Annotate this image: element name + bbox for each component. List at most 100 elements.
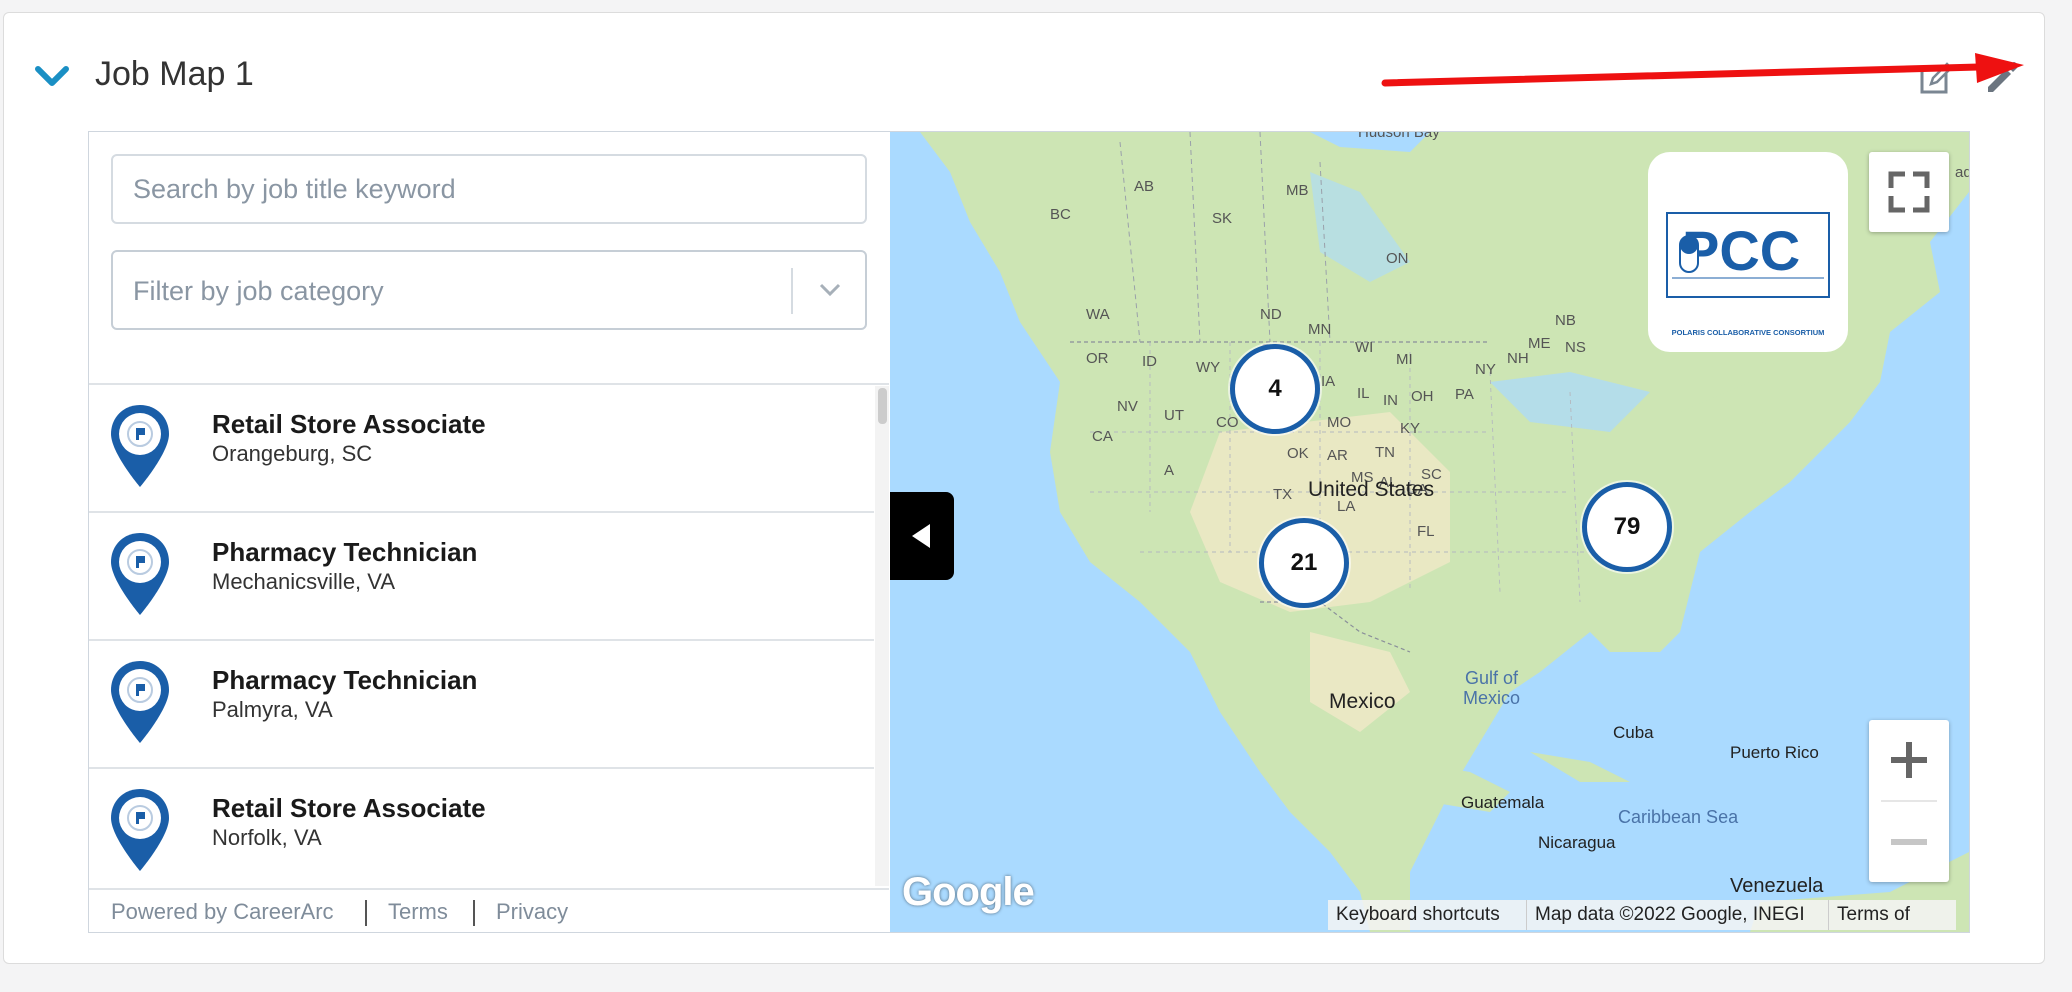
chevron-down-icon[interactable] — [817, 280, 843, 300]
pcc-logo: PCC — [1666, 212, 1830, 298]
map-label: ME — [1528, 335, 1551, 352]
list-item[interactable]: Retail Store Associate Orangeburg, SC — [89, 385, 874, 513]
chevron-down-icon[interactable] — [34, 63, 70, 89]
job-list: Retail Store Associate Orangeburg, SC Ph… — [89, 385, 874, 887]
map-label: OR — [1086, 350, 1109, 367]
powered-by-link[interactable]: Powered by CareerArc — [111, 899, 334, 925]
water-label: Gulf of Mexico — [1463, 668, 1521, 708]
logo-text: POLARIS COLLABORATIVE CONSORTIUM — [1671, 328, 1825, 337]
map-label: ad — [1955, 164, 1969, 181]
map-label: ND — [1260, 306, 1282, 323]
map-label: SK — [1212, 210, 1233, 227]
terms-link[interactable]: Terms — [388, 899, 448, 925]
map-cluster-marker[interactable]: 4 — [1230, 344, 1320, 434]
water-label: Caribbean Sea — [1618, 807, 1739, 827]
map-label: UT — [1164, 407, 1184, 424]
job-map[interactable]: Hudson Bay AB BC MB SK ON ad WA OR ID WY… — [890, 132, 1969, 932]
map-label: WA — [1086, 306, 1110, 323]
zoom-in-button[interactable] — [1869, 720, 1949, 800]
footer-separator — [365, 900, 367, 926]
filter-divider — [791, 268, 793, 314]
map-label: TN — [1375, 444, 1395, 461]
map-label: NV — [1117, 398, 1138, 415]
map-cluster-marker[interactable]: 21 — [1259, 518, 1349, 608]
zoom-out-button[interactable] — [1869, 802, 1949, 882]
map-label: AB — [1134, 178, 1155, 195]
list-item[interactable]: Retail Store Associate Norfolk, VA — [89, 769, 874, 887]
job-location: Norfolk, VA — [212, 825, 322, 850]
map-label: ID — [1142, 353, 1157, 370]
map-label: NB — [1555, 312, 1576, 329]
red-arrow-annotation — [1381, 53, 2024, 87]
category-filter-select[interactable]: Filter by job category — [111, 250, 867, 330]
job-title: Pharmacy Technician — [212, 537, 478, 567]
map-label: OK — [1287, 445, 1309, 462]
map-label: Puerto Rico — [1730, 743, 1819, 762]
map-label: Guatemala — [1461, 793, 1545, 812]
map-label: BC — [1050, 206, 1071, 223]
job-map-widget: Filter by job category Retail Store — [88, 131, 1970, 933]
map-label: MB — [1286, 182, 1309, 199]
map-data-attribution: Map data ©2022 Google, INEGI — [1526, 900, 1828, 930]
map-label: IL — [1357, 385, 1370, 402]
map-label: MO — [1327, 414, 1352, 431]
map-label: FL — [1417, 523, 1435, 540]
terms-of-use-link[interactable]: Terms of Use — [1828, 900, 1956, 930]
map-label: MN — [1308, 321, 1332, 338]
company-logo: PCC POLARIS COLLABORATIVE CONSORTIUM — [1648, 152, 1848, 352]
job-title: Retail Store Associate — [212, 409, 486, 439]
scrollbar-thumb[interactable] — [878, 388, 887, 424]
country-label: Mexico — [1329, 690, 1396, 713]
map-cluster-marker[interactable]: 79 — [1582, 482, 1672, 572]
list-item[interactable]: Pharmacy Technician Palmyra, VA — [89, 641, 874, 769]
job-location: Mechanicsville, VA — [212, 569, 395, 594]
map-label: WY — [1196, 359, 1221, 376]
job-location: Orangeburg, SC — [212, 441, 373, 466]
caret-left-icon — [912, 524, 930, 548]
page-title: Job Map 1 — [95, 55, 254, 93]
map-label: PA — [1455, 386, 1474, 403]
map-label: KY — [1400, 420, 1421, 437]
filter-placeholder: Filter by job category — [133, 276, 384, 306]
search-input[interactable] — [111, 154, 867, 224]
list-item[interactable]: Pharmacy Technician Mechanicsville, VA — [89, 513, 874, 641]
privacy-link[interactable]: Privacy — [496, 899, 568, 925]
map-pin-icon — [111, 405, 169, 487]
list-scrollbar[interactable] — [875, 386, 889, 886]
job-title: Pharmacy Technician — [212, 665, 478, 695]
map-label: NY — [1475, 361, 1496, 378]
map-label: WI — [1355, 339, 1374, 356]
map-pin-icon — [111, 789, 169, 871]
job-title: Retail Store Associate — [212, 793, 486, 823]
map-label: OH — [1411, 388, 1434, 405]
map-label: TX — [1273, 486, 1293, 503]
map-label: CO — [1216, 414, 1239, 431]
country-label: Venezuela — [1730, 875, 1824, 897]
map-label: MI — [1396, 351, 1413, 368]
map-label: Nicaragua — [1538, 833, 1616, 852]
map-label: NH — [1507, 350, 1529, 367]
country-label: United States — [1308, 478, 1435, 501]
map-pin-icon — [111, 533, 169, 615]
collapse-panel-button[interactable] — [890, 492, 954, 580]
fullscreen-button[interactable] — [1869, 152, 1949, 232]
svg-text:PCC: PCC — [1682, 219, 1800, 282]
job-map-card: Job Map 1 Filter by job category — [3, 12, 2045, 964]
map-label: AR — [1327, 447, 1348, 464]
map-label: IN — [1383, 392, 1398, 409]
map-label: Cuba — [1613, 723, 1654, 742]
fullscreen-icon — [1888, 171, 1930, 213]
map-label: NS — [1565, 339, 1586, 356]
job-location: Palmyra, VA — [212, 697, 333, 722]
map-label: IA — [1321, 373, 1336, 390]
map-label: CA — [1092, 428, 1113, 445]
google-logo: Google — [902, 870, 1035, 914]
map-label: Hudson Bay — [1358, 132, 1440, 141]
map-label: ON — [1386, 250, 1409, 267]
footer-separator — [473, 900, 475, 926]
zoom-controls — [1869, 720, 1949, 882]
map-pin-icon — [111, 661, 169, 743]
job-list-panel: Filter by job category Retail Store — [89, 132, 891, 932]
keyboard-shortcuts-link[interactable]: Keyboard shortcuts — [1328, 900, 1526, 930]
map-label: A — [1164, 462, 1175, 479]
